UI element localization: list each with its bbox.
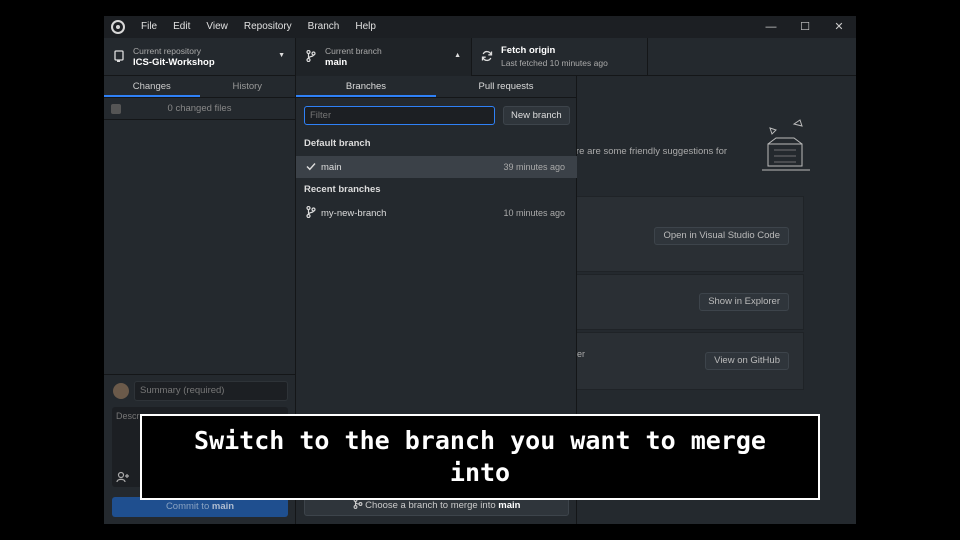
github-logo-icon [111,20,125,34]
tutorial-caption: Switch to the branch you want to merge i… [140,414,820,500]
branch-item-time: 10 minutes ago [503,208,565,218]
open-editor-card: Open in Visual Studio Code [576,196,804,272]
show-explorer-button[interactable]: Show in Explorer [699,293,789,311]
dropdown-tabs: Branches Pull requests [296,76,576,98]
branch-icon [305,49,317,65]
toolbar: Current repository ICS-Git-Workshop ▼ Cu… [104,38,856,76]
repository-name: ICS-Git-Workshop [133,56,215,68]
recent-branches-header: Recent branches [304,184,381,195]
branch-icon [305,205,317,220]
caret-up-icon: ▲ [454,52,461,59]
menu-help[interactable]: Help [347,16,384,38]
branch-filter-input[interactable] [304,105,495,125]
show-explorer-card: Show in Explorer [576,274,804,330]
fetch-title: Fetch origin [501,45,556,56]
new-branch-button[interactable]: New branch [503,105,570,125]
tab-branches[interactable]: Branches [296,76,436,97]
open-vscode-button[interactable]: Open in Visual Studio Code [654,227,789,245]
branch-item-my-new-branch[interactable]: my-new-branch 10 minutes ago [296,202,577,224]
commit-button[interactable]: Commit to main [112,497,288,517]
view-github-button[interactable]: View on GitHub [705,352,789,370]
check-icon [305,162,317,173]
caret-down-icon: ▼ [278,52,285,59]
fetch-origin-button[interactable]: Fetch origin Last fetched 10 minutes ago [472,38,648,76]
branch-name: main [325,56,348,68]
merge-prefix: Choose a branch to merge into [365,500,499,511]
sync-icon [481,50,493,65]
commit-branch: main [211,501,235,512]
caption-text: Switch to the branch you want to merge i… [194,426,766,487]
current-repository-button[interactable]: Current repository ICS-Git-Workshop ▼ [104,38,296,76]
default-branch-header: Default branch [304,138,371,149]
minimize-icon[interactable]: — [754,16,788,38]
menu-edit[interactable]: Edit [165,16,198,38]
sidebar-tabs: Changes History [104,76,295,98]
view-github-card: er View on GitHub [576,332,804,390]
suggestions-illustration-icon [762,119,810,171]
commit-prefix: Commit to [165,501,212,512]
branch-item-name: main [321,161,342,173]
branch-item-name: my-new-branch [321,207,387,219]
add-coauthor-icon[interactable] [116,471,130,486]
menu-view[interactable]: View [198,16,236,38]
branch-item-time: 39 minutes ago [503,162,565,172]
close-icon[interactable]: ✕ [822,16,856,38]
menu-file[interactable]: File [133,16,165,38]
merge-branch: main [498,500,521,511]
window-controls: — ☐ ✕ [754,16,856,38]
changes-header: 0 changed files [104,98,295,120]
title-bar: File Edit View Repository Branch Help — … [104,16,856,38]
summary-input[interactable]: Summary (required) [134,381,288,401]
suggestions-text: re are some friendly suggestions for [576,146,728,157]
avatar [113,383,129,399]
repository-icon [113,49,125,65]
maximize-icon[interactable]: ☐ [788,16,822,38]
card-partial-text: er [577,349,586,359]
tab-history[interactable]: History [200,76,296,97]
merge-icon [353,498,366,511]
filter-row: New branch [296,98,577,132]
current-branch-button[interactable]: Current branch main ▲ [296,38,472,76]
menu-branch[interactable]: Branch [300,16,348,38]
tab-changes[interactable]: Changes [104,76,200,97]
fetch-status: Last fetched 10 minutes ago [501,58,608,68]
tab-pull-requests[interactable]: Pull requests [436,76,576,97]
changed-files-count: 0 changed files [167,103,232,114]
repository-label: Current repository [133,45,202,56]
menu-repository[interactable]: Repository [236,16,300,38]
branch-item-main[interactable]: main 39 minutes ago [296,156,577,178]
branch-label: Current branch [325,45,382,56]
